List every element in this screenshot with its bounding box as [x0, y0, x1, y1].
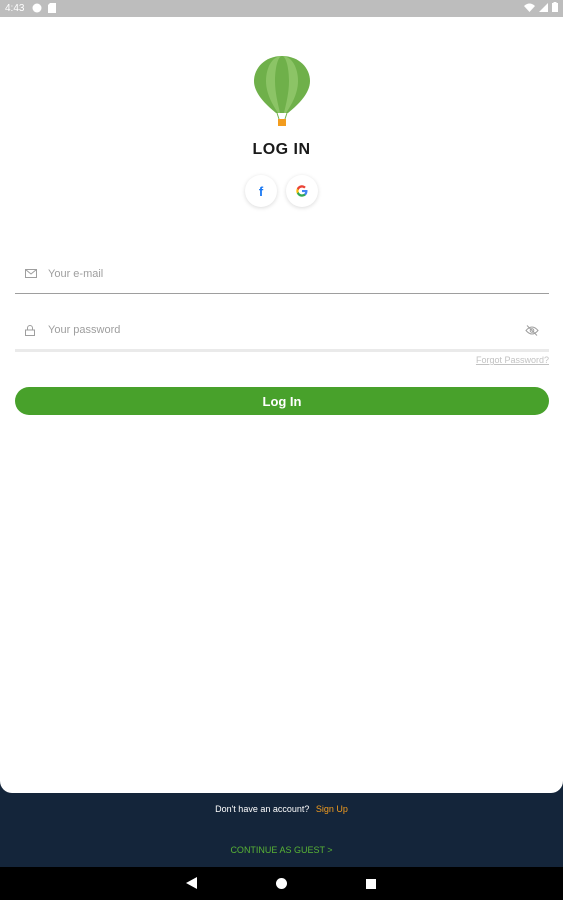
status-notification-icons	[32, 3, 56, 13]
login-button[interactable]: Log In	[15, 387, 549, 415]
signup-prompt: Don't have an account? Sign Up	[0, 804, 563, 814]
continue-as-guest-link[interactable]: CONTINUE AS GUEST >	[0, 845, 563, 855]
signal-icon	[539, 2, 548, 12]
wifi-icon	[524, 3, 535, 12]
page-title: LOG IN	[252, 141, 311, 158]
hot-air-balloon-logo-icon	[254, 56, 310, 126]
forgot-password-link[interactable]: Forgot Password?	[476, 355, 549, 365]
eye-off-icon[interactable]	[525, 325, 539, 336]
back-icon[interactable]	[186, 877, 197, 889]
login-card: LOG IN f Your e-mail Your password Forgo…	[0, 17, 563, 793]
mail-icon	[25, 269, 37, 278]
no-account-text: Don't have an account?	[215, 804, 310, 814]
home-icon[interactable]	[276, 878, 287, 889]
google-icon	[296, 185, 308, 197]
status-system-icons	[524, 2, 558, 12]
signup-link[interactable]: Sign Up	[316, 804, 348, 814]
android-nav-bar	[0, 867, 563, 900]
password-placeholder: Your password	[48, 324, 121, 336]
status-time: 4:43	[5, 3, 25, 14]
email-field[interactable]: Your e-mail	[15, 257, 549, 294]
password-field[interactable]: Your password	[15, 313, 549, 352]
sd-card-icon	[48, 3, 56, 13]
recent-apps-icon[interactable]	[366, 879, 376, 889]
status-bar: 4:43	[0, 0, 563, 17]
email-placeholder: Your e-mail	[48, 268, 104, 280]
facebook-icon: f	[258, 183, 264, 199]
app-notification-icon	[32, 3, 42, 13]
battery-icon	[552, 2, 558, 12]
facebook-login-button[interactable]: f	[245, 175, 277, 207]
lock-icon	[25, 325, 35, 336]
google-login-button[interactable]	[286, 175, 318, 207]
